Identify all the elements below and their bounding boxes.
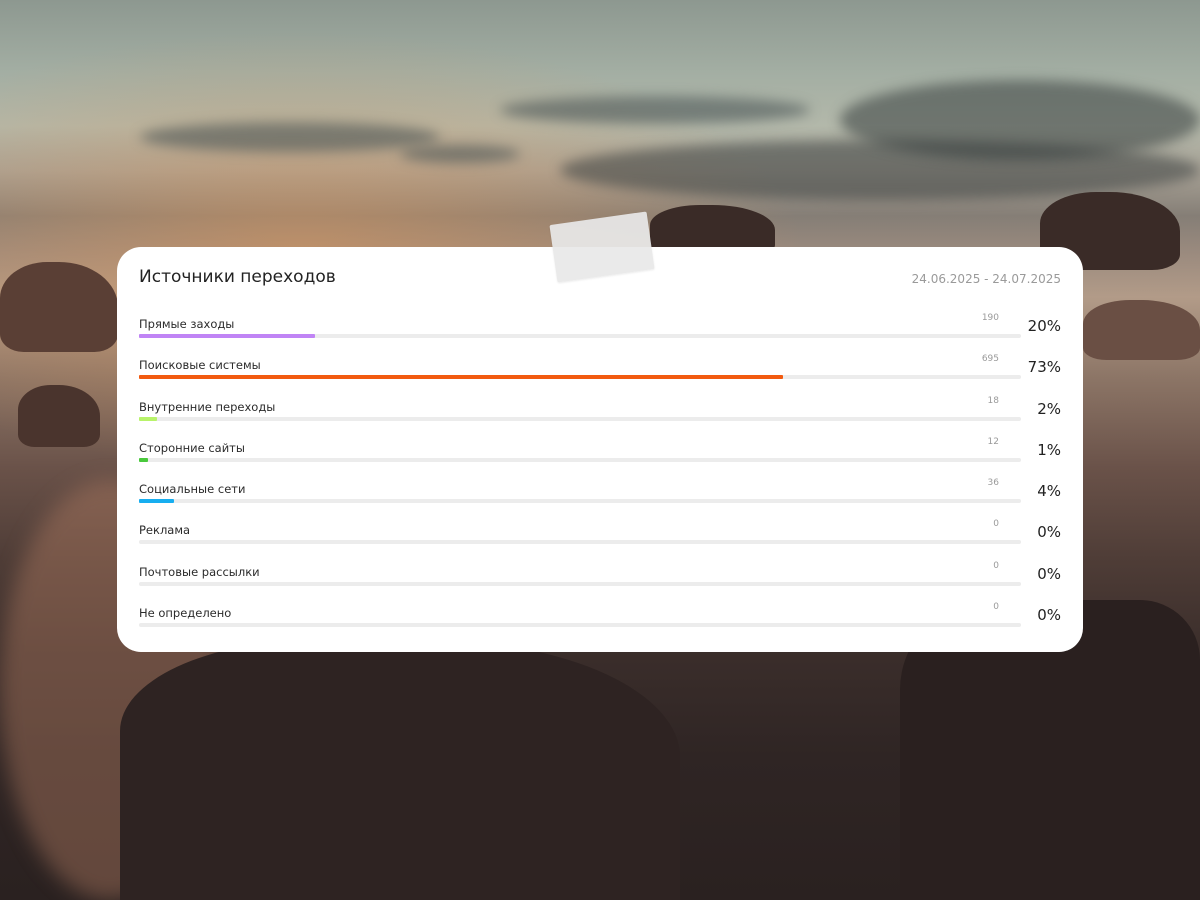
source-label: Не определено [139, 606, 232, 621]
progress-track [139, 499, 1021, 504]
traffic-sources-widget: Источники переходов 24.06.2025 - 24.07.2… [117, 247, 1083, 652]
source-percent: 0% [1037, 523, 1061, 542]
source-label: Реклама [139, 523, 191, 538]
source-count: 695 [981, 354, 999, 365]
progress-track [139, 416, 1021, 421]
source-percent: 2% [1037, 399, 1061, 418]
progress-fill [139, 457, 148, 462]
source-row: Почтовые рассылки 0 0% [139, 555, 1061, 596]
source-percent: 4% [1037, 482, 1061, 501]
progress-fill [139, 416, 157, 421]
source-row: Прямые заходы 190 20% [139, 307, 1061, 348]
source-percent: 0% [1037, 606, 1061, 625]
progress-track [139, 581, 1021, 586]
source-label: Внутренние переходы [139, 399, 276, 414]
source-row: Сторонние сайты 12 1% [139, 431, 1061, 472]
source-percent: 20% [1027, 317, 1061, 335]
progress-track [139, 334, 1021, 338]
progress-track [139, 375, 1021, 380]
source-count: 36 [987, 478, 999, 489]
progress-fill [139, 375, 783, 380]
widget-title: Источники переходов [139, 267, 336, 287]
progress-track [139, 457, 1021, 462]
source-percent: 73% [1027, 358, 1061, 377]
source-label: Социальные сети [139, 482, 246, 497]
progress-fill [139, 334, 316, 338]
sources-list: Прямые заходы 190 20% Поисковые системы 695 7… [139, 307, 1061, 637]
source-row: Реклама 0 0% [139, 513, 1061, 554]
source-row: Поисковые системы 695 73% [139, 348, 1061, 389]
source-count: 0 [993, 519, 999, 530]
date-range: 24.06.2025 - 24.07.2025 [911, 272, 1061, 286]
source-label: Поисковые системы [139, 358, 261, 373]
source-count: 12 [987, 436, 999, 447]
source-label: Почтовые рассылки [139, 564, 260, 579]
progress-track [139, 540, 1021, 545]
source-count: 0 [993, 560, 999, 571]
source-label: Сторонние сайты [139, 440, 245, 455]
source-count: 190 [981, 313, 999, 323]
source-percent: 0% [1037, 564, 1061, 583]
progress-fill [139, 499, 175, 504]
source-count: 0 [993, 602, 999, 613]
source-label: Прямые заходы [139, 317, 235, 331]
source-percent: 1% [1037, 440, 1061, 459]
progress-track [139, 623, 1021, 628]
source-row: Не определено 0 0% [139, 596, 1061, 637]
source-count: 18 [987, 395, 999, 406]
source-row: Внутренние переходы 18 2% [139, 390, 1061, 431]
source-row: Социальные сети 36 4% [139, 472, 1061, 513]
